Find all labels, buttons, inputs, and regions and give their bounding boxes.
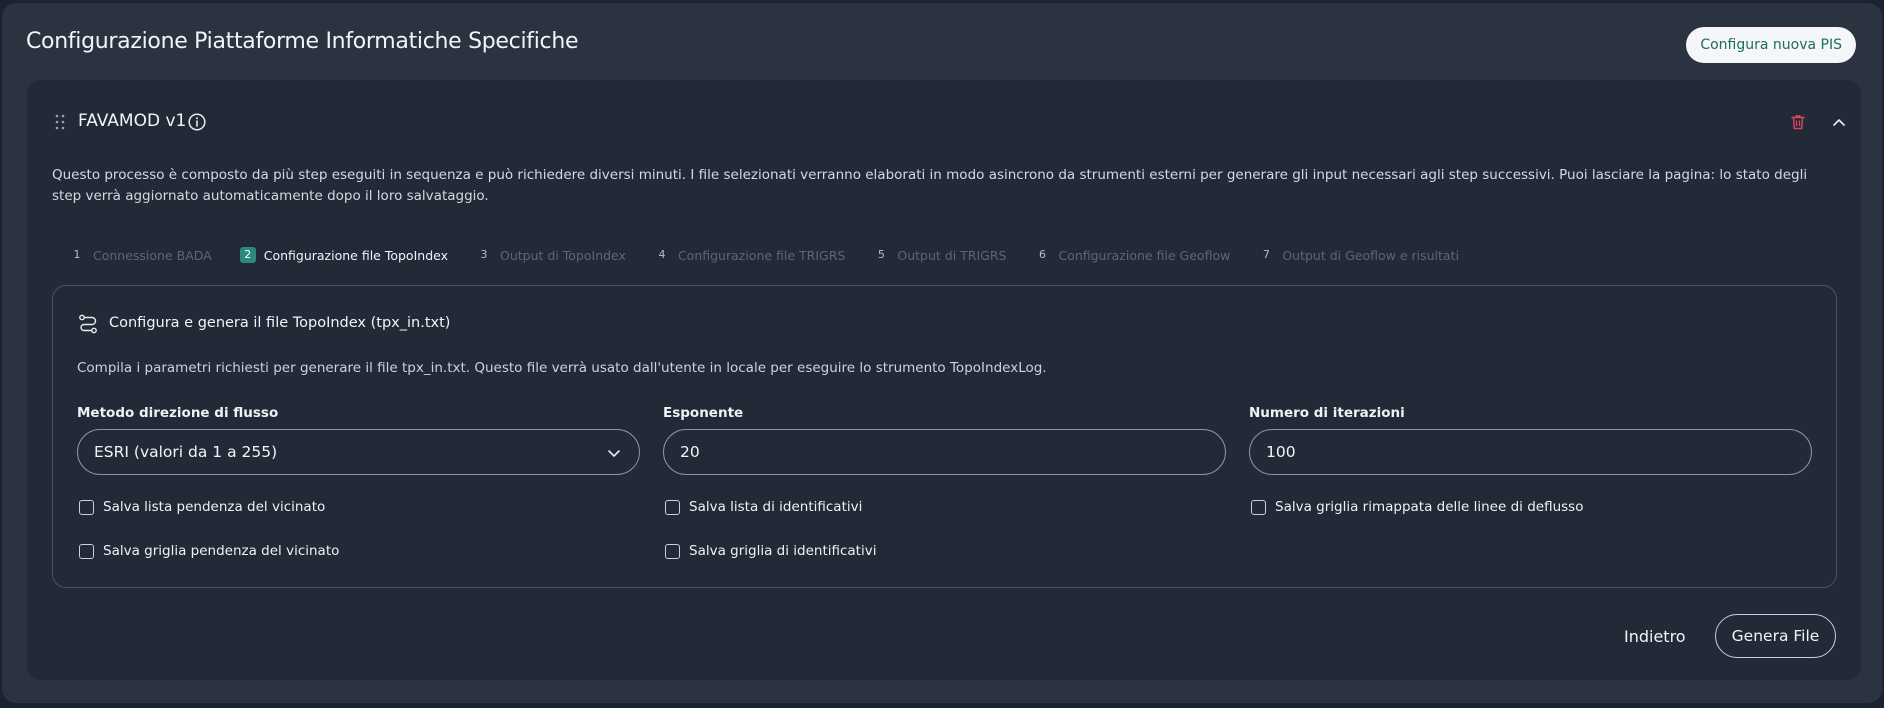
- step-4[interactable]: 4 Configurazione file TRIGRS: [654, 247, 845, 263]
- checkbox-neighbor-slope-grid[interactable]: Salva griglia pendenza del vicinato: [79, 543, 339, 559]
- exponent-label: Esponente: [663, 405, 744, 421]
- exponent-input[interactable]: [680, 443, 1209, 461]
- checkbox-label: Salva lista di identificativi: [689, 499, 863, 515]
- checkbox[interactable]: [79, 543, 94, 559]
- step-label: Output di TRIGRS: [897, 247, 1007, 263]
- exponent-field[interactable]: [663, 429, 1226, 475]
- step-number: 3: [480, 248, 488, 261]
- checkbox-identifier-grid[interactable]: Salva griglia di identificativi: [665, 543, 876, 559]
- form-description: Compila i parametri richiesti per genera…: [77, 360, 1047, 376]
- drag-handle-icon[interactable]: [55, 113, 65, 131]
- step-7[interactable]: 7 Output di Geoflow e risultati: [1258, 247, 1459, 263]
- pis-card: FAVAMOD v1 Questo processo è composto da…: [27, 80, 1861, 680]
- checkbox[interactable]: [665, 543, 680, 559]
- checkbox-neighbor-slope-list[interactable]: Salva lista pendenza del vicinato: [79, 499, 325, 515]
- process-description: Questo processo è composto da più step e…: [52, 167, 1808, 204]
- step-label: Connessione BADA: [93, 247, 212, 263]
- checkbox-label: Salva griglia pendenza del vicinato: [103, 543, 340, 559]
- generate-file-button[interactable]: Genera File: [1715, 614, 1836, 658]
- iterations-field[interactable]: [1249, 429, 1812, 475]
- step-number: 6: [1038, 248, 1046, 261]
- card-title: FAVAMOD v1: [78, 111, 187, 131]
- step-label: Output di Geoflow e risultati: [1282, 247, 1459, 263]
- checkbox-label: Salva griglia di identificativi: [689, 543, 877, 559]
- method-label: Metodo direzione di flusso: [77, 405, 279, 421]
- flow-direction-value: ESRI (valori da 1 a 255): [94, 443, 278, 461]
- app-container: Configurazione Piattaforme Informatiche …: [2, 3, 1882, 703]
- configure-new-pis-button[interactable]: Configura nuova PIS: [1686, 27, 1856, 63]
- checkbox-label: Salva lista pendenza del vicinato: [103, 499, 326, 515]
- step-5[interactable]: 5 Output di TRIGRS: [873, 247, 1007, 263]
- checkbox-label: Salva griglia rimappata delle linee di d…: [1275, 499, 1584, 515]
- step-2[interactable]: 2 Configurazione file TopoIndex: [239, 247, 448, 263]
- info-icon[interactable]: [187, 112, 207, 132]
- iterations-label: Numero di iterazioni: [1249, 405, 1405, 421]
- chevron-down-icon: [608, 450, 620, 457]
- topoindex-form-panel: Configura e genera il file TopoIndex (tp…: [52, 285, 1837, 588]
- checkbox[interactable]: [665, 499, 680, 515]
- page-title: Configurazione Piattaforme Informatiche …: [26, 29, 579, 54]
- checkbox-remapped-flowline-grid[interactable]: Salva griglia rimappata delle linee di d…: [1251, 499, 1583, 515]
- step-number: 1: [73, 248, 81, 261]
- trash-icon[interactable]: [1789, 113, 1807, 131]
- step-number: 4: [658, 248, 666, 261]
- chevron-up-icon[interactable]: [1829, 112, 1849, 132]
- step-number: 7: [1262, 248, 1270, 261]
- route-icon: [79, 314, 97, 334]
- step-6[interactable]: 6 Configurazione file Geoflow: [1034, 247, 1230, 263]
- step-label: Configurazione file TopoIndex: [263, 247, 448, 263]
- back-button[interactable]: Indietro: [1624, 627, 1686, 646]
- stepper: 1 Connessione BADA 2 Configurazione file…: [69, 243, 1487, 267]
- checkbox[interactable]: [79, 499, 94, 515]
- checkbox-identifier-list[interactable]: Salva lista di identificativi: [665, 499, 862, 515]
- step-1[interactable]: 1 Connessione BADA: [69, 247, 212, 263]
- flow-direction-select[interactable]: ESRI (valori da 1 a 255): [77, 429, 640, 475]
- card-header: FAVAMOD v1: [27, 80, 1861, 168]
- form-title: Configura e genera il file TopoIndex (tp…: [109, 315, 451, 331]
- step-label: Configurazione file Geoflow: [1058, 247, 1231, 263]
- step-number: 5: [877, 248, 885, 261]
- checkbox[interactable]: [1251, 499, 1266, 515]
- iterations-input[interactable]: [1266, 443, 1795, 461]
- step-3[interactable]: 3 Output di TopoIndex: [476, 247, 626, 263]
- step-label: Output di TopoIndex: [500, 247, 626, 263]
- step-label: Configurazione file TRIGRS: [677, 247, 846, 263]
- step-number: 2: [239, 247, 256, 263]
